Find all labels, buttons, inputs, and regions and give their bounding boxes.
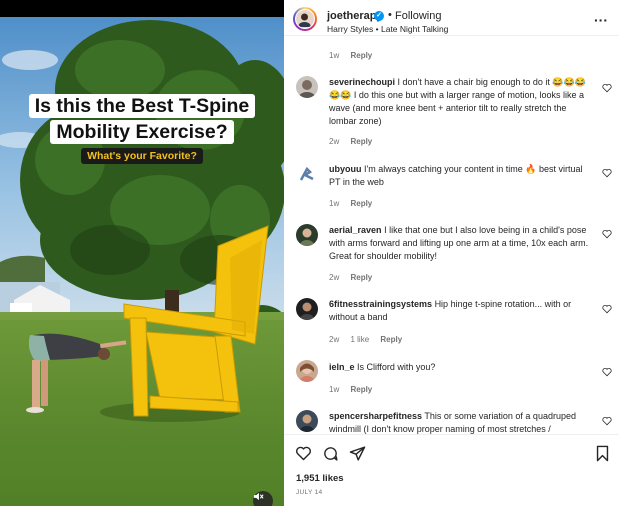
comment-like-heart-icon[interactable]	[602, 367, 612, 377]
comment-like-heart-icon[interactable]	[602, 229, 612, 239]
commenter-avatar-image	[299, 166, 314, 181]
commenter-avatar[interactable]	[296, 298, 318, 320]
more-options-icon[interactable]: ···	[594, 12, 608, 28]
instagram-post-view: Is this the Best T-Spine Mobility Exerci…	[0, 0, 619, 506]
post-details-panel: joetherapy ✓ • Following Harry Styles • …	[284, 0, 619, 506]
overlay-title-2: Mobility Exercise?	[0, 120, 284, 144]
commenter-avatar-image	[300, 414, 314, 432]
commenter-avatar-image	[300, 363, 314, 382]
overlay-title: Is this the Best T-Spine	[0, 94, 284, 118]
video-frame	[0, 0, 284, 506]
comment-meta: 1w Reply	[329, 51, 381, 60]
comment-username[interactable]: aerial_raven	[329, 225, 382, 235]
overlay-subtitle-wrap: What's your Favorite?	[0, 146, 284, 164]
overlay-title-line-1: Is this the Best T-Spine	[28, 94, 256, 118]
commenter-avatar[interactable]	[296, 163, 318, 185]
commenter-avatar[interactable]	[296, 76, 318, 98]
commenter-avatar-image	[299, 80, 315, 98]
comment-body: ubyouu I'm always catching your content …	[329, 163, 591, 189]
comment-item: ubyouu I'm always catching your content …	[284, 163, 619, 213]
reply-button[interactable]: Reply	[380, 335, 402, 344]
reply-button[interactable]: Reply	[350, 199, 372, 208]
comment-meta: 1w Reply	[329, 199, 381, 208]
post-header: joetherapy ✓ • Following Harry Styles • …	[284, 0, 619, 36]
comment-item: spencersharpefitness This or some variat…	[284, 408, 619, 434]
comment-like-heart-icon[interactable]	[602, 168, 612, 178]
comment-item: ieln_e Is Clifford with you? 1w Reply	[284, 359, 619, 399]
comment-meta: 2w Reply	[329, 137, 381, 146]
comment-body: ieln_e Is Clifford with you?	[329, 361, 591, 374]
comment-time: 2w	[329, 137, 340, 146]
post-date: JULY 14	[296, 489, 323, 496]
commenter-avatar[interactable]	[296, 410, 318, 432]
mute-button[interactable]	[253, 491, 273, 506]
comment-username[interactable]: severinechoupi	[329, 77, 395, 87]
comment-username[interactable]: spencersharpefitness	[329, 411, 422, 421]
comment-item: aerial_raven I like that one but I also …	[284, 224, 619, 294]
comment-text: I'm always catching your content in time…	[329, 164, 583, 187]
comment-time: 2w	[329, 335, 340, 344]
comments-list[interactable]: 1w Reply severinechoupi I don't have a c…	[284, 37, 619, 434]
share-send-icon[interactable]	[349, 445, 366, 462]
reply-button[interactable]: Reply	[350, 51, 372, 60]
commenter-avatar-image	[300, 228, 314, 246]
reply-button[interactable]: Reply	[350, 137, 372, 146]
comment-body: spencersharpefitness This or some variat…	[329, 410, 591, 434]
following-button[interactable]: Following	[395, 10, 441, 22]
comment-username[interactable]: 6fitnesstrainingsystems	[329, 299, 432, 309]
post-video[interactable]: Is this the Best T-Spine Mobility Exerci…	[0, 0, 284, 506]
comment-time: 2w	[329, 273, 340, 282]
reply-button[interactable]: Reply	[350, 273, 372, 282]
comment-meta: 2w Reply	[329, 273, 381, 282]
comment-meta: 2w 1 like Reply	[329, 335, 411, 344]
comment-item: 1w Reply	[284, 37, 619, 63]
verified-badge-icon: ✓	[374, 11, 384, 21]
comment-like-heart-icon[interactable]	[602, 83, 612, 93]
comment-body: 6fitnesstrainingsystems Hip hinge t-spin…	[329, 298, 591, 324]
overlay-subtitle: What's your Favorite?	[81, 148, 203, 164]
comment-like-heart-icon[interactable]	[602, 304, 612, 314]
speaker-muted-icon	[253, 492, 264, 501]
header-separator: •	[388, 9, 392, 21]
commenter-avatar[interactable]	[296, 360, 318, 382]
comment-time: 1w	[329, 51, 340, 60]
comment-meta: 1w Reply	[329, 385, 381, 394]
comment-body: severinechoupi I don't have a chair big …	[329, 76, 591, 128]
comment-time: 1w	[329, 199, 340, 208]
overlay-title-line-2: Mobility Exercise?	[50, 120, 234, 144]
comment-item: severinechoupi I don't have a chair big …	[284, 73, 619, 153]
comment-time: 1w	[329, 385, 340, 394]
likes-count[interactable]: 1,951 likes	[296, 473, 344, 484]
comment-icon[interactable]	[322, 445, 339, 462]
comment-username[interactable]: ubyouu	[329, 164, 362, 174]
comment-username[interactable]: ieln_e	[329, 362, 355, 372]
reply-button[interactable]: Reply	[350, 385, 372, 394]
audio-track-link[interactable]: Harry Styles • Late Night Talking	[327, 24, 448, 34]
save-bookmark-icon[interactable]	[595, 445, 610, 462]
comment-text: Is Clifford with you?	[357, 362, 436, 372]
commenter-avatar-image	[300, 302, 314, 320]
commenter-avatar[interactable]	[296, 224, 318, 246]
author-avatar-image	[298, 13, 311, 28]
comment-body: aerial_raven I like that one but I also …	[329, 224, 591, 263]
comment-like-count[interactable]: 1 like	[350, 335, 369, 344]
post-actions-bar: 1,951 likes JULY 14	[284, 434, 619, 506]
comment-item: 6fitnesstrainingsystems Hip hinge t-spin…	[284, 296, 619, 348]
comment-like-heart-icon[interactable]	[602, 416, 612, 426]
author-avatar[interactable]	[293, 7, 317, 31]
like-heart-icon[interactable]	[295, 445, 312, 462]
